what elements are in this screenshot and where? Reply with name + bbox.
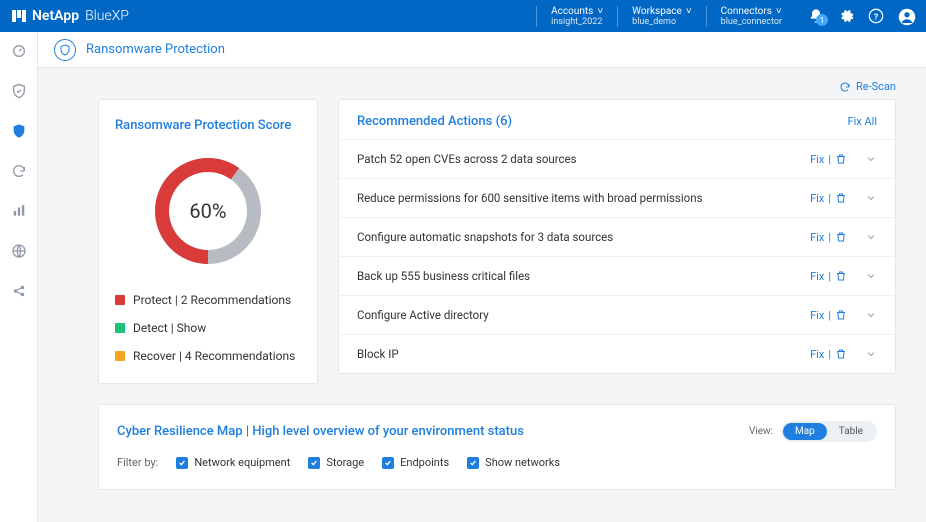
action-text: Back up 555 business critical files (357, 269, 810, 283)
action-text: Reduce permissions for 600 sensitive ite… (357, 191, 810, 205)
map-title: Cyber Resilience Map | High level overvi… (117, 424, 524, 439)
score-card: Ransomware Protection Score 60% Protect … (98, 99, 318, 384)
fix-button[interactable]: Fix (810, 231, 824, 244)
chevron-down-icon[interactable] (865, 192, 877, 204)
chevron-down-icon[interactable] (865, 153, 877, 165)
filter-checkbox[interactable]: Network equipment (176, 456, 290, 469)
chevron-down-icon: ˅ (597, 6, 603, 17)
nav-shield-active[interactable] (10, 122, 28, 140)
page-title: Ransomware Protection (86, 42, 225, 57)
action-text: Block IP (357, 347, 810, 361)
help-icon[interactable]: ? (868, 8, 884, 24)
brand-product: BlueXP (85, 8, 129, 24)
actions-card: Recommended Actions (6) Fix All Patch 52… (338, 99, 896, 374)
chevron-down-icon[interactable] (865, 270, 877, 282)
score-title: Ransomware Protection Score (115, 118, 301, 133)
actions-title: Recommended Actions (6) (357, 114, 512, 129)
view-map-button[interactable]: Map (783, 423, 827, 440)
fix-button[interactable]: Fix (810, 270, 824, 283)
refresh-icon (839, 81, 851, 93)
rescan-button[interactable]: Re-Scan (839, 80, 896, 93)
workspace-selector[interactable]: Workspace˅ blue_demo (617, 6, 705, 27)
chevron-down-icon: ˅ (686, 6, 692, 17)
user-icon[interactable] (898, 8, 914, 24)
page-subheader: Ransomware Protection (0, 32, 926, 68)
nav-dashboard[interactable] (10, 42, 28, 60)
legend-recover[interactable]: Recover | 4 Recommendations (115, 349, 301, 363)
filter-checkbox[interactable]: Endpoints (382, 456, 449, 469)
checkbox-checked-icon (308, 457, 320, 469)
nav-share[interactable] (10, 282, 28, 300)
accounts-selector[interactable]: Accounts˅ insight_2022 (536, 6, 617, 27)
chevron-down-icon[interactable] (865, 309, 877, 321)
main-content: Re-Scan Ransomware Protection Score 60% … (38, 68, 926, 490)
notifications-icon[interactable]: 1 (808, 8, 824, 24)
filter-label: Filter by: (117, 456, 158, 469)
filter-checkbox[interactable]: Storage (308, 456, 364, 469)
checkbox-checked-icon (382, 457, 394, 469)
action-row: Reduce permissions for 600 sensitive ite… (339, 178, 895, 217)
score-percent-label: 60% (189, 199, 226, 223)
map-filters: Filter by: Network equipment Storage Endpo… (117, 456, 877, 469)
legend-protect[interactable]: Protect | 2 Recommendations (115, 293, 301, 307)
svg-text:?: ? (874, 12, 878, 22)
delete-icon[interactable] (835, 270, 847, 282)
delete-icon[interactable] (835, 231, 847, 243)
nav-globe[interactable] (10, 242, 28, 260)
action-row: Back up 555 business critical filesFix | (339, 256, 895, 295)
brand: NetApp BlueXP (12, 8, 129, 24)
square-red-icon (115, 295, 125, 305)
score-donut: 60% (115, 151, 301, 271)
action-row: Configure Active directoryFix | (339, 295, 895, 334)
nav-shield-check[interactable] (10, 82, 28, 100)
notification-badge: 1 (816, 14, 828, 26)
nav-analytics[interactable] (10, 202, 28, 220)
action-text: Configure Active directory (357, 308, 810, 322)
settings-icon[interactable] (838, 8, 854, 24)
fix-all-button[interactable]: Fix All (848, 115, 877, 128)
left-nav (0, 32, 38, 522)
view-label: View: (749, 426, 773, 437)
netapp-logo-icon (12, 10, 26, 22)
action-row: Configure automatic snapshots for 3 data… (339, 217, 895, 256)
fix-button[interactable]: Fix (810, 309, 824, 322)
chevron-down-icon[interactable] (865, 231, 877, 243)
view-table-button[interactable]: Table (827, 423, 875, 440)
connectors-selector[interactable]: Connectors˅ blue_connector (706, 6, 796, 27)
fix-button[interactable]: Fix (810, 348, 824, 361)
shield-icon (54, 39, 76, 61)
chevron-down-icon[interactable] (865, 348, 877, 360)
filter-checkbox[interactable]: Show networks (467, 456, 560, 469)
delete-icon[interactable] (835, 192, 847, 204)
header-selectors: Accounts˅ insight_2022 Workspace˅ blue_d… (536, 6, 796, 27)
legend-detect[interactable]: Detect | Show (115, 321, 301, 335)
view-toggle: View: Map Table (749, 421, 877, 442)
score-legend: Protect | 2 Recommendations Detect | Sho… (115, 293, 301, 363)
square-orange-icon (115, 351, 125, 361)
action-row: Block IPFix | (339, 334, 895, 373)
checkbox-checked-icon (467, 457, 479, 469)
checkbox-checked-icon (176, 457, 188, 469)
brand-company: NetApp (32, 8, 79, 24)
action-text: Configure automatic snapshots for 3 data… (357, 230, 810, 244)
action-row: Patch 52 open CVEs across 2 data sources… (339, 139, 895, 178)
map-card: Cyber Resilience Map | High level overvi… (98, 404, 896, 490)
delete-icon[interactable] (835, 309, 847, 321)
fix-button[interactable]: Fix (810, 153, 824, 166)
delete-icon[interactable] (835, 153, 847, 165)
delete-icon[interactable] (835, 348, 847, 360)
square-green-icon (115, 323, 125, 333)
action-text: Patch 52 open CVEs across 2 data sources (357, 152, 810, 166)
nav-sync[interactable] (10, 162, 28, 180)
top-bar: NetApp BlueXP Accounts˅ insight_2022 Wor… (0, 0, 926, 32)
fix-button[interactable]: Fix (810, 192, 824, 205)
chevron-down-icon: ˅ (776, 6, 782, 17)
